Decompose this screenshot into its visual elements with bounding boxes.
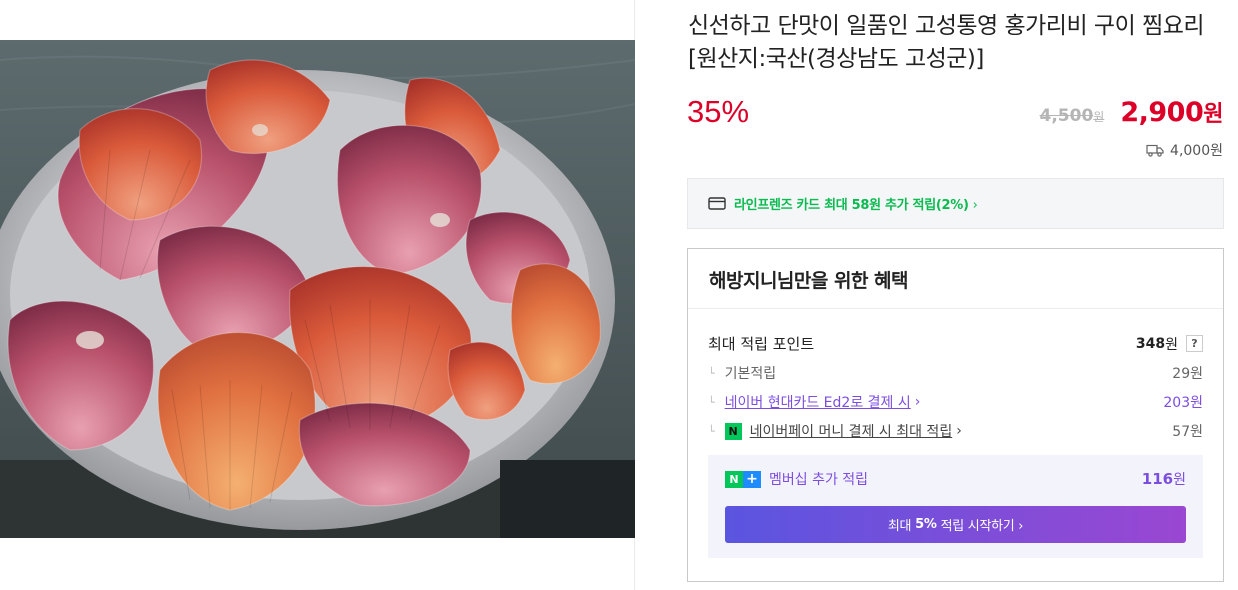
max-points-unit: 원 <box>1165 336 1178 353</box>
chevron-right-icon: › <box>956 423 962 439</box>
membership-points-value: 116원 <box>1142 469 1186 489</box>
original-price: 4,500원 <box>1040 106 1105 126</box>
max-points-amount: 348 <box>1135 335 1166 352</box>
membership-label-wrap: N + 멤버십 추가 적립 <box>725 469 868 489</box>
membership-box: N + 멤버십 추가 적립 116원 최대 5% 적립 시작하기 › <box>708 455 1203 558</box>
price-block: 4,500원 2,900원 <box>1040 96 1224 128</box>
button-suffix: 적립 시작하기 › <box>940 519 1024 534</box>
hyundai-card-points-row[interactable]: └ 네이버 현대카드 Ed2로 결제 시 › 203원 <box>708 392 1203 412</box>
hyundai-card-points-value: 203원 <box>1163 395 1203 411</box>
button-percent: 5% <box>915 517 937 532</box>
product-title: 신선하고 단맛이 일품인 고성통영 홍가리비 구이 찜요리 [원산지:국산(경상… <box>688 13 1205 72</box>
npay-money-points-link[interactable]: 네이버페이 머니 결제 시 최대 적립 <box>750 421 953 441</box>
membership-start-button[interactable]: 최대 5% 적립 시작하기 › <box>725 506 1186 543</box>
naver-plus-membership-icon: N + <box>725 470 761 488</box>
button-prefix: 최대 <box>887 519 912 534</box>
basic-points-label-wrap: └ 기본적립 <box>708 363 776 383</box>
discount-rate: 35% <box>687 94 750 129</box>
membership-points-amount: 116 <box>1141 470 1174 488</box>
scallop-photo-illustration <box>0 40 635 538</box>
product-photo[interactable] <box>0 40 635 538</box>
sale-price-value: 2,900 <box>1120 97 1204 128</box>
membership-label: 멤버십 추가 적립 <box>769 472 869 488</box>
chevron-right-icon: › <box>972 198 978 213</box>
sale-price: 2,900원 <box>1120 96 1223 128</box>
max-points-row: 최대 적립 포인트 348 원 ? <box>708 333 1203 354</box>
shipping-fee: 4,000원 <box>1146 140 1223 160</box>
tree-branch-icon: └ <box>708 366 715 380</box>
credit-card-icon <box>708 197 726 210</box>
basic-points-value: 29원 <box>1172 366 1203 382</box>
original-price-value: 4,500 <box>1039 106 1094 126</box>
npay-money-points-row[interactable]: └ N 네이버페이 머니 결제 시 최대 적립 › 57원 <box>708 421 1203 441</box>
sale-price-unit: 원 <box>1203 102 1223 127</box>
tree-branch-icon: └ <box>708 395 715 409</box>
npay-money-label-wrap: └ N 네이버페이 머니 결제 시 최대 적립 › <box>708 421 962 441</box>
naver-n-icon: N <box>725 470 743 488</box>
help-icon[interactable]: ? <box>1186 335 1203 352</box>
hyundai-card-label-wrap: └ 네이버 현대카드 Ed2로 결제 시 › <box>708 392 920 412</box>
card-promo-banner[interactable]: 라인프렌즈 카드 최대 58원 추가 적립(2%) › <box>687 178 1224 229</box>
naver-pay-icon: N <box>724 422 742 440</box>
member-benefit-box: 해방지니님만을 위한 혜택 최대 적립 포인트 348 원 ? └ 기본적립 29원… <box>687 248 1224 582</box>
delivery-truck-icon <box>1146 144 1164 157</box>
product-info-panel: 신선하고 단맛이 일품인 고성통영 홍가리비 구이 찜요리 [원산지:국산(경상… <box>636 0 1238 590</box>
membership-points-unit: 원 <box>1173 472 1186 488</box>
npay-money-points-value: 57원 <box>1172 424 1203 440</box>
basic-points-label: 기본적립 <box>724 366 777 382</box>
tree-branch-icon: └ <box>708 424 715 438</box>
card-promo-label: 라인프렌즈 카드 최대 58원 추가 적립(2%) <box>734 198 969 213</box>
shipping-fee-value: 4,000원 <box>1170 143 1223 159</box>
plus-icon: + <box>743 470 761 488</box>
max-points-label: 최대 적립 포인트 <box>708 335 815 353</box>
card-promo-text[interactable]: 라인프렌즈 카드 최대 58원 추가 적립(2%) › <box>734 194 978 213</box>
original-price-unit: 원 <box>1093 110 1105 124</box>
max-points-value: 348 원 ? <box>1136 334 1203 354</box>
hyundai-card-points-link[interactable]: 네이버 현대카드 Ed2로 결제 시 <box>725 392 911 412</box>
chevron-right-icon: › <box>914 394 921 410</box>
benefit-header: 해방지니님만을 위한 혜택 <box>688 249 1223 309</box>
membership-points-row: N + 멤버십 추가 적립 116원 <box>725 469 1186 489</box>
basic-points-row: └ 기본적립 29원 <box>708 363 1203 383</box>
product-image-panel <box>0 0 635 590</box>
